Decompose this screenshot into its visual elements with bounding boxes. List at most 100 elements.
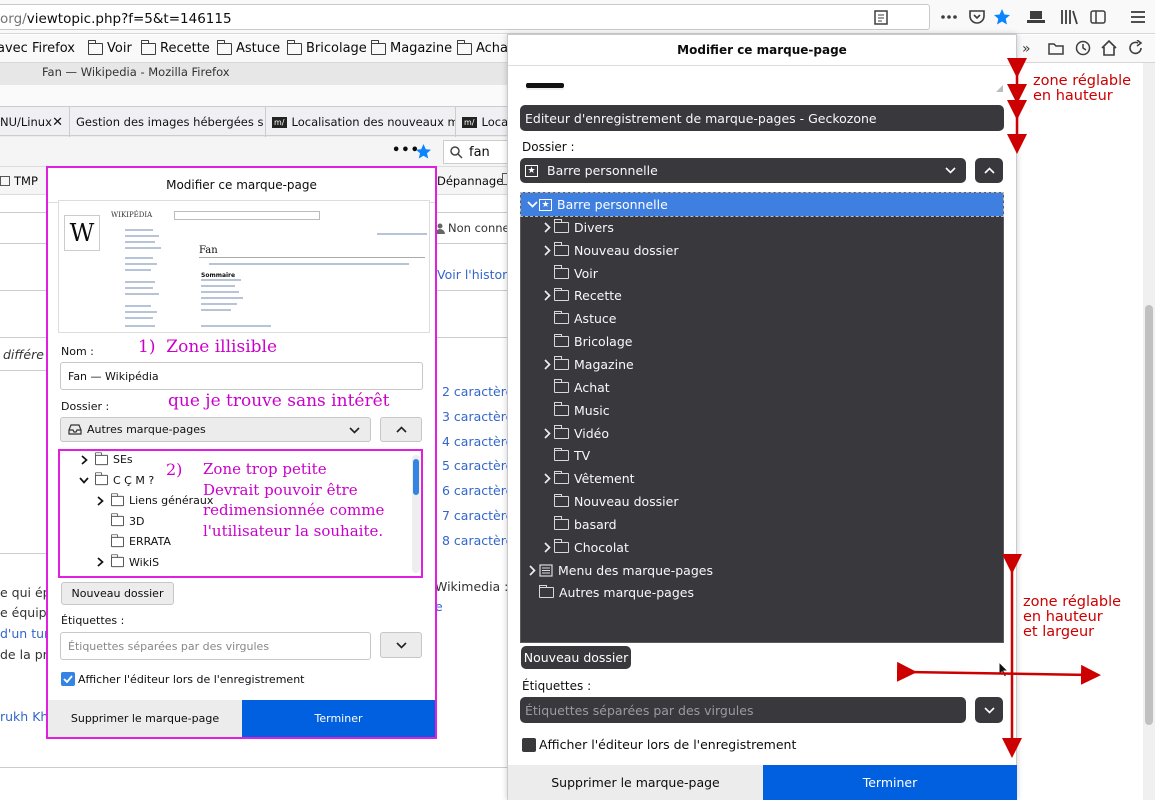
tags-input[interactable]: Étiquettes séparées par des virgules (60, 632, 371, 660)
pocket-icon[interactable] (966, 6, 988, 28)
chevron-right-icon[interactable] (540, 427, 554, 439)
tree-scroll-thumb[interactable] (413, 459, 419, 495)
folder-icon (110, 492, 124, 506)
device-icon[interactable] (1025, 6, 1047, 28)
large-tree-label: Divers (574, 219, 614, 235)
overflow-chevron-icon[interactable]: » (1022, 41, 1031, 57)
folder-toolbar-icon[interactable] (1048, 41, 1064, 55)
preview-summary: Sommaire (201, 272, 236, 279)
library-icon[interactable] (1058, 6, 1080, 28)
note-2-num: 2) (166, 460, 183, 479)
bookmark-star-icon[interactable] (991, 6, 1013, 28)
history-clock-icon[interactable] (1075, 40, 1091, 56)
small-tree-row[interactable]: C Ç M ? (78, 472, 154, 487)
chevron-right-icon[interactable] (525, 564, 539, 576)
small-tree-row[interactable]: ERRATA (94, 533, 171, 548)
collapse-tree-button[interactable] (380, 417, 422, 442)
checkbox-checked-icon[interactable] (61, 672, 75, 686)
inner-bm-item[interactable]: TMP (0, 174, 38, 188)
page-link[interactable]: 2 caractère (442, 384, 513, 399)
reload-icon[interactable] (1128, 40, 1144, 56)
page-link[interactable]: 8 caractère (442, 533, 513, 548)
small-tree-row[interactable]: SEs (78, 451, 133, 466)
close-tab-icon[interactable]: ✕ (52, 115, 63, 130)
new-folder-button[interactable]: Nouveau dossier (61, 582, 174, 605)
page-snippet: différe (3, 347, 44, 362)
inner-tab[interactable]: Gestion des images hébergées s✕ (70, 107, 266, 137)
inner-search-field[interactable]: fan (443, 140, 510, 164)
chevron-down-icon[interactable] (525, 201, 539, 208)
divider (199, 257, 425, 258)
bookmark-item[interactable]: Magazine (370, 39, 452, 56)
page-scroll-thumb[interactable] (1145, 305, 1153, 725)
large-tree-label: Chocolat (574, 539, 629, 555)
tags-dropdown-button[interactable] (380, 632, 422, 658)
url-text: org/viewtopic.php?f=5&t=146115 (0, 11, 232, 27)
chevron-right-icon[interactable] (540, 359, 554, 370)
remove-bookmark-button-large[interactable]: Supprimer le marque-page (508, 765, 763, 800)
site-favicon-icon: m/ (462, 116, 477, 128)
chevron-right-icon[interactable] (540, 290, 554, 301)
page-link[interactable]: 3 caractère (442, 409, 513, 424)
chevron-right-icon[interactable] (540, 542, 554, 553)
remove-bookmark-button[interactable]: Supprimer le marque-page (48, 700, 242, 737)
folder-icon (553, 310, 569, 325)
new-folder-button-large[interactable]: Nouveau dossier (521, 646, 631, 669)
divider (437, 337, 510, 338)
large-tree-label: Menu des marque-pages (558, 562, 713, 578)
bookmark-item[interactable]: Recette (140, 39, 210, 56)
small-tree-row[interactable]: 3D (94, 513, 144, 528)
name-label: Nom : (61, 345, 94, 358)
folder-icon (553, 242, 569, 256)
preview-wordmark: WIKIPÉDIA (111, 211, 153, 219)
chevron-right-icon[interactable] (540, 473, 554, 484)
chevron-right-icon[interactable] (78, 454, 90, 465)
folder-icon (216, 39, 232, 55)
page-link[interactable]: rukh Kh (0, 709, 48, 724)
divider (0, 553, 46, 554)
show-editor-checkbox-row[interactable]: Afficher l'éditeur lors de l'enregistrem… (61, 672, 304, 686)
name-input[interactable]: Fan — Wikipédia (60, 362, 423, 390)
large-tree-label: Recette (574, 288, 622, 304)
page-link[interactable]: 5 caractère (442, 458, 513, 473)
page-link[interactable]: 4 caractère (442, 434, 513, 449)
chevron-right-icon[interactable] (94, 495, 106, 506)
menu-icon[interactable] (1127, 6, 1149, 28)
more-actions-icon[interactable] (938, 6, 960, 28)
bookmark-item[interactable]: Achat (456, 39, 513, 56)
chevron-down-icon[interactable] (78, 476, 90, 484)
folder-icon (553, 470, 569, 485)
inner-tab[interactable]: NU/Linux ✕ (0, 107, 70, 137)
inner-bm-item[interactable]: Dépannage (437, 174, 503, 188)
sidebar-icon[interactable] (1087, 6, 1109, 28)
bookmark-item[interactable]: Astuce (216, 39, 280, 56)
annotation-top: zone réglable en hauteur (1033, 73, 1132, 104)
folder-select[interactable]: Autres marque-pages (60, 417, 371, 442)
done-button-large[interactable]: Terminer (763, 765, 1017, 800)
bookmark-item[interactable]: Voir (87, 39, 132, 56)
small-tree-row[interactable]: WikiS (94, 554, 159, 569)
annotation-arrows (896, 58, 1101, 758)
page-link[interactable]: d'un tur (0, 626, 49, 641)
chevron-right-icon[interactable] (540, 222, 554, 233)
folder-icon (538, 584, 554, 599)
reader-view-icon[interactable] (870, 6, 892, 28)
small-tree-row[interactable]: Liens généraux (94, 492, 213, 507)
small-panel-footer: Supprimer le marque-page Terminer (48, 700, 435, 737)
folder-label-large: Dossier : (522, 140, 575, 154)
show-editor-checkbox-row-large[interactable]: Afficher l'éditeur lors de l'enregistrem… (522, 737, 796, 752)
page-link[interactable]: 7 caractère (442, 508, 513, 523)
page-link[interactable]: 6 caractère (442, 483, 513, 498)
done-button[interactable]: Terminer (242, 700, 435, 737)
large-tree-label: basard (574, 516, 617, 532)
bookmark-item[interactable]: avec Firefox (0, 41, 75, 56)
inner-star-icon[interactable] (415, 143, 432, 160)
url-field[interactable]: org/viewtopic.php?f=5&t=146115 (0, 4, 930, 30)
chevron-right-icon[interactable] (94, 557, 106, 567)
checkbox-unchecked-icon[interactable] (522, 737, 536, 752)
home-icon[interactable] (1101, 40, 1117, 56)
inner-tab[interactable]: m/Localisation des nouveaux m✕ (266, 107, 456, 137)
large-tree-label: Bricolage (574, 334, 633, 350)
bookmark-item[interactable]: Bricolage (286, 39, 367, 56)
chevron-right-icon[interactable] (540, 245, 554, 256)
